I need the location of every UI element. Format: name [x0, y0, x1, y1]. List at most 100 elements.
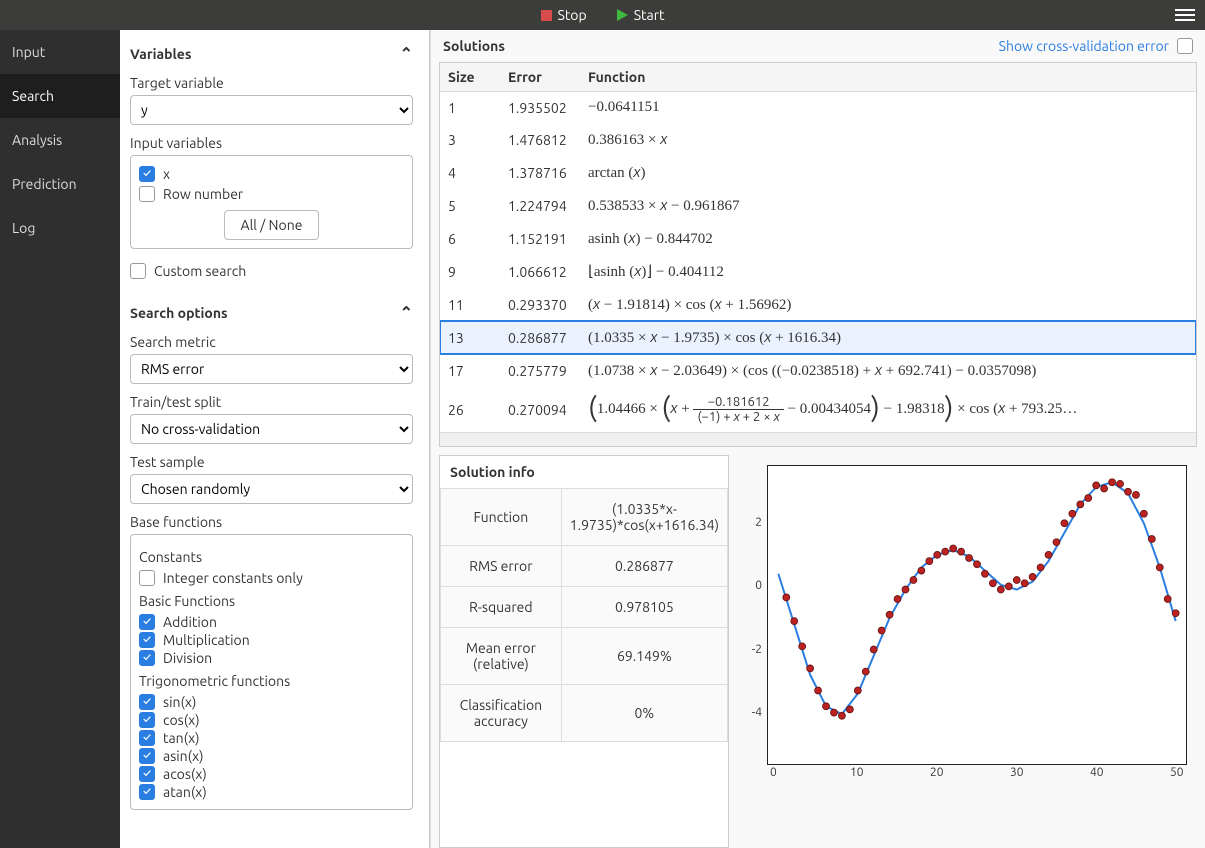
basic-fn-label: Multiplication: [163, 632, 250, 648]
solutions-table[interactable]: Size Error Function 11.935502−0.06411513…: [439, 62, 1197, 447]
cell-error: 0.270094: [500, 387, 580, 432]
custom-search-label: Custom search: [154, 263, 246, 279]
info-key: R-squared: [441, 587, 562, 628]
cv-error-checkbox[interactable]: [1177, 38, 1193, 54]
data-point: [966, 554, 973, 561]
trig-fn-checkbox[interactable]: [139, 730, 155, 746]
data-point: [1132, 491, 1139, 498]
solution-row[interactable]: 170.275779(1.0738 × x − 2.03649) × (cos …: [440, 354, 1196, 387]
data-point: [1164, 596, 1171, 603]
data-point: [1172, 610, 1179, 617]
solution-row[interactable]: 61.152191asinh (x) − 0.844702: [440, 222, 1196, 255]
start-button[interactable]: Start: [617, 7, 665, 23]
sidebar-item-log[interactable]: Log: [0, 206, 120, 250]
solution-row[interactable]: 130.286877(1.0335 × x − 1.9735) × cos (x…: [440, 321, 1196, 354]
info-key: RMS error: [441, 546, 562, 587]
trig-fn-checkbox[interactable]: [139, 748, 155, 764]
search-metric-select[interactable]: RMS error: [130, 354, 413, 384]
data-point: [838, 712, 845, 719]
solution-row[interactable]: 91.066612⌊asinh (x)⌋ − 0.404112: [440, 255, 1196, 288]
data-point: [918, 567, 925, 574]
cell-error: 1.378716: [500, 156, 580, 189]
sidebar-item-input[interactable]: Input: [0, 30, 120, 74]
chevron-up-icon: ⌃: [400, 44, 413, 63]
trig-fn-label: acos(x): [163, 766, 207, 782]
col-function[interactable]: Function: [580, 63, 1196, 92]
col-size[interactable]: Size: [440, 63, 500, 92]
int-constants-checkbox[interactable]: [139, 570, 155, 586]
cell-size: 5: [440, 189, 500, 222]
basic-fn-checkbox[interactable]: [139, 632, 155, 648]
data-point: [815, 687, 822, 694]
data-point: [1093, 482, 1100, 489]
solution-row[interactable]: 260.270094(1.04466 × (x + −0.181612(−1) …: [440, 387, 1196, 432]
solution-row[interactable]: 51.2247940.538533 × x − 0.961867: [440, 189, 1196, 222]
data-point: [1061, 520, 1068, 527]
input-variables-label: Input variables: [120, 133, 423, 155]
data-point: [1077, 501, 1084, 508]
x-tick-label: 50: [1170, 766, 1184, 779]
data-point: [910, 577, 917, 584]
variables-section-header[interactable]: Variables ⌃: [120, 30, 423, 73]
cell-size: 26: [440, 387, 500, 432]
solution-info-title: Solution info: [440, 456, 728, 488]
data-point: [830, 709, 837, 716]
test-sample-select[interactable]: Chosen randomly: [130, 474, 413, 504]
constants-group-title: Constants: [139, 543, 404, 569]
data-point: [1101, 485, 1108, 492]
all-none-button[interactable]: All / None: [224, 210, 320, 240]
solution-row[interactable]: 11.935502−0.0641151: [440, 92, 1196, 124]
custom-search-checkbox[interactable]: [130, 263, 146, 279]
col-error[interactable]: Error: [500, 63, 580, 92]
input-x-checkbox[interactable]: [139, 166, 155, 182]
data-point: [950, 545, 957, 552]
basic-functions-group-title: Basic Functions: [139, 587, 404, 613]
cell-error: 1.224794: [500, 189, 580, 222]
cv-error-label[interactable]: Show cross-validation error: [999, 38, 1169, 54]
test-sample-label: Test sample: [120, 452, 423, 474]
sidebar-item-prediction[interactable]: Prediction: [0, 162, 120, 206]
cell-size: 9: [440, 255, 500, 288]
int-constants-label: Integer constants only: [163, 570, 303, 586]
solution-row[interactable]: 31.4768120.386163 × x: [440, 123, 1196, 156]
data-point: [1005, 583, 1012, 590]
split-select[interactable]: No cross-validation: [130, 414, 413, 444]
trig-fn-checkbox[interactable]: [139, 784, 155, 800]
input-rownum-checkbox[interactable]: [139, 186, 155, 202]
info-value: (1.0335*x-1.9735)*cos(x+1616.34): [561, 489, 727, 546]
basic-fn-checkbox[interactable]: [139, 614, 155, 630]
variables-title: Variables: [130, 46, 191, 62]
solution-row[interactable]: 110.293370(x − 1.91814) × cos (x + 1.569…: [440, 288, 1196, 321]
data-point: [1053, 539, 1060, 546]
info-value: 0%: [561, 685, 727, 742]
cell-size: 6: [440, 222, 500, 255]
data-point: [974, 561, 981, 568]
target-variable-select[interactable]: y: [130, 95, 413, 125]
data-point: [934, 551, 941, 558]
cell-error: 1.152191: [500, 222, 580, 255]
cell-error: 0.275779: [500, 354, 580, 387]
main-area: Solutions Show cross-validation error Si…: [430, 30, 1205, 848]
solution-row[interactable]: 41.378716arctan (x): [440, 156, 1196, 189]
cell-size: 1: [440, 92, 500, 124]
data-point: [1156, 564, 1163, 571]
horizontal-scrollbar[interactable]: [440, 432, 1196, 446]
start-label: Start: [634, 7, 665, 23]
data-point: [926, 558, 933, 565]
trig-fn-checkbox[interactable]: [139, 712, 155, 728]
cell-function: −0.0641151: [580, 92, 1196, 124]
basic-fn-checkbox[interactable]: [139, 650, 155, 666]
data-point: [894, 596, 901, 603]
trig-fn-checkbox[interactable]: [139, 766, 155, 782]
data-point: [846, 706, 853, 713]
hamburger-menu-icon[interactable]: [1175, 6, 1195, 24]
data-point: [878, 627, 885, 634]
cell-function: 0.386163 × x: [580, 123, 1196, 156]
stop-button[interactable]: Stop: [540, 7, 586, 23]
search-options-section-header[interactable]: Search options ⌃: [120, 289, 423, 332]
split-label: Train/test split: [120, 392, 423, 414]
sidebar-item-analysis[interactable]: Analysis: [0, 118, 120, 162]
cell-function: (1.0335 × x − 1.9735) × cos (x + 1616.34…: [580, 321, 1196, 354]
sidebar-item-search[interactable]: Search: [0, 74, 120, 118]
trig-fn-checkbox[interactable]: [139, 694, 155, 710]
